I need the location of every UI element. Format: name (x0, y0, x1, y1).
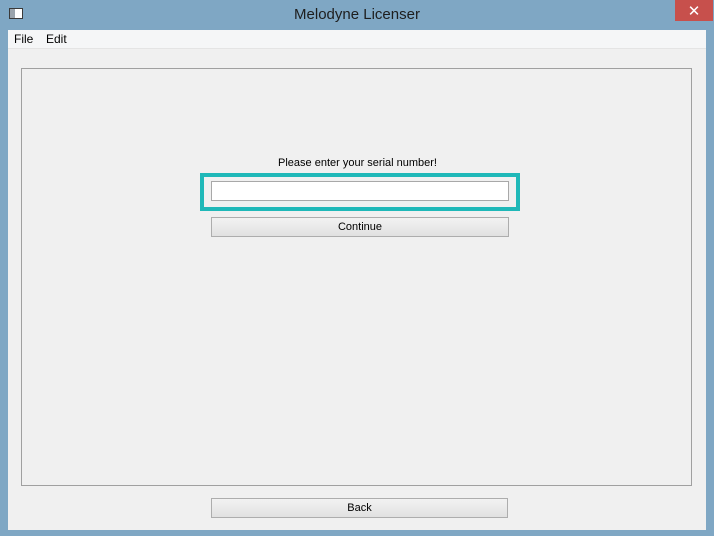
window-title: Melodyne Licenser (294, 6, 420, 23)
client-area: File Edit Please enter your serial numbe… (8, 30, 706, 530)
serial-prompt: Please enter your serial number! (278, 157, 437, 169)
back-button[interactable]: Back (211, 498, 508, 518)
continue-button[interactable]: Continue (211, 217, 509, 237)
menu-file[interactable]: File (14, 32, 33, 46)
app-window: Melodyne Licenser ✕ File Edit Please ent… (0, 0, 714, 536)
menu-bar: File Edit (8, 30, 706, 49)
close-button[interactable]: ✕ (675, 0, 713, 21)
menu-edit[interactable]: Edit (46, 32, 67, 46)
title-bar[interactable]: Melodyne Licenser ✕ (0, 0, 714, 30)
close-icon: ✕ (687, 1, 701, 20)
serial-panel: Please enter your serial number! Continu… (21, 68, 692, 486)
serial-number-input[interactable] (211, 181, 509, 201)
